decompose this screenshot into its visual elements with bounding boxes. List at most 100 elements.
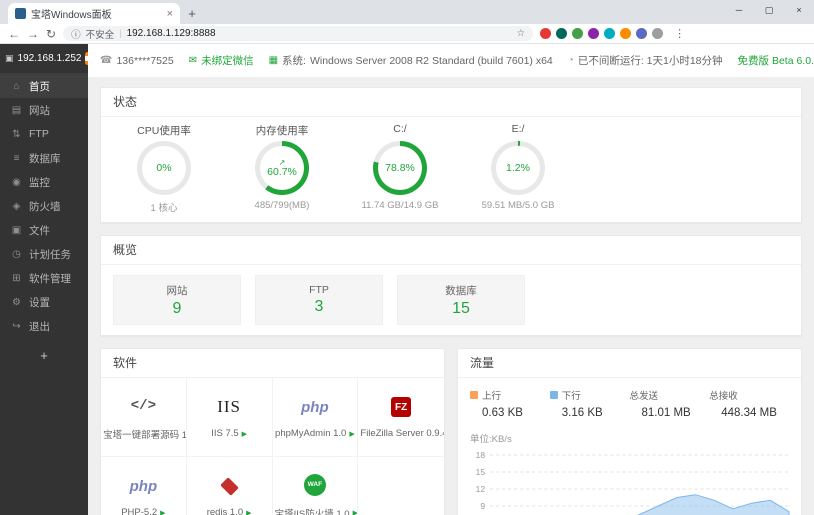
extension-icon[interactable] [636, 28, 648, 39]
uptime-value: 已不间断运行: 1天1小时18分钟 [577, 55, 723, 67]
traffic-stat-up: 上行 0.63 KB [470, 388, 550, 419]
sidebar-item-files[interactable]: ▣ 文件 [0, 218, 88, 242]
filezilla-icon: FZ [391, 397, 412, 417]
gauge-disk-c: C:/ 78.8% 11.74 GB/14.9 GB [341, 123, 459, 214]
svg-text:18: 18 [476, 450, 486, 460]
sidebar-item-label: 监控 [29, 176, 50, 189]
gear-icon: ⚙ [12, 296, 21, 308]
stat-label: 下行 [561, 391, 581, 402]
extension-icon[interactable] [572, 28, 584, 39]
sidebar-item-software[interactable]: ⊞ 软件管理 [0, 266, 88, 290]
software-item-waf[interactable]: WAF 宝塔IIS防火墙 1.0 ▶ [273, 457, 359, 515]
refresh-icon[interactable]: ↻ [46, 28, 56, 40]
software-item-filezilla[interactable]: FZ FileZilla Server 0.9.41▶ [358, 378, 444, 457]
overview-box-database[interactable]: 数据库 15 [397, 275, 525, 325]
monitor-icon: ◉ [12, 176, 21, 188]
software-item-phpmyadmin[interactable]: php phpMyAdmin 1.0 ▶ [272, 378, 359, 457]
sidebar-item-cron[interactable]: ◷ 计划任务 [0, 242, 88, 266]
phone-number: 136****7525 [116, 54, 174, 67]
status-title: 状态 [101, 88, 801, 117]
gauge-label: CPU使用率 [137, 125, 191, 137]
sidebar-item-logout[interactable]: ↪ 退出 [0, 314, 88, 338]
sidebar-item-label: 数据库 [29, 152, 61, 165]
system-info: ▦ 系统: Windows Server 2008 R2 Standard (b… [269, 53, 553, 68]
software-name: phpMyAdmin 1.0 [275, 428, 347, 439]
gauge-percent: 60.7% [267, 165, 297, 178]
sidebar-item-settings[interactable]: ⚙ 设置 [0, 290, 88, 314]
sidebar-item-firewall[interactable]: ◈ 防火墙 [0, 194, 88, 218]
extension-icon[interactable] [540, 28, 552, 39]
address-bar[interactable]: ⓘ 不安全 | 192.168.1.129:8888 ☆ [63, 26, 534, 41]
extension-icon[interactable] [588, 28, 600, 39]
extension-icons [540, 28, 664, 39]
bookmark-star-icon[interactable]: ☆ [517, 28, 526, 39]
traffic-title: 流量 [458, 349, 801, 378]
close-button[interactable]: × [784, 0, 814, 20]
software-item-redis[interactable]: redis 1.0 ▶ [187, 457, 273, 515]
sidebar-add-button[interactable]: + [0, 348, 88, 363]
sidebar-item-home[interactable]: ⌂ 首页 [0, 74, 88, 98]
topbar: ☎ 136****7525 ✉ 未绑定微信 ▦ 系统: Windows Serv… [88, 44, 814, 77]
svg-text:15: 15 [476, 467, 486, 477]
free-memory-icon[interactable]: ↗ [279, 158, 286, 166]
software-name: 宝塔IIS防火墙 1.0 [274, 508, 350, 515]
gauge-cpu: CPU使用率 0% 1 核心 [105, 123, 223, 214]
code-icon: </> [130, 397, 156, 414]
software-panel: 软件 </> 宝塔一键部署源码 1.0▶ IIS IIS 7.5▶ php ph [100, 348, 445, 515]
sidebar-item-label: 设置 [29, 296, 50, 309]
sidebar-item-label: 退出 [29, 320, 50, 333]
stat-value: 3.16 KB [561, 407, 603, 419]
tab-close-icon[interactable]: × [167, 8, 173, 20]
software-item-php52[interactable]: php PHP-5.2 ▶ [101, 457, 187, 515]
sidebar-item-ftp[interactable]: ⇅ FTP [0, 122, 88, 146]
software-name: IIS 7.5 [211, 428, 239, 439]
sidebar-item-database[interactable]: ≡ 数据库 [0, 146, 88, 170]
server-icon: ▣ [5, 53, 14, 63]
gauge-sub: 11.74 GB/14.9 GB [361, 200, 439, 211]
browser-tab[interactable]: 宝塔Windows面板 × [8, 3, 180, 24]
wechat-label: 未绑定微信 [201, 55, 254, 67]
browser-tabstrip: 宝塔Windows面板 × + ─ ▢ × [0, 0, 814, 24]
overview-label: 网站 [166, 284, 188, 297]
traffic-panel: 流量 上行 0.63 KB 下行 3.16 KB 总发送 81.01 MB 总接… [457, 348, 802, 515]
gauge-sub: 485/799(MB) [254, 200, 310, 211]
minimize-button[interactable]: ─ [724, 0, 754, 20]
sidebar-item-label: 软件管理 [29, 272, 71, 285]
server-header[interactable]: ▣ 192.168.1.252 [0, 44, 91, 74]
sidebar-item-site[interactable]: ▤ 网站 [0, 98, 88, 122]
overview-box-ftp[interactable]: FTP 3 [255, 275, 383, 325]
gauge-disk-e: E:/ 1.2% 59.51 MB/5.0 GB [459, 123, 577, 214]
sidebar-item-monitor[interactable]: ◉ 监控 [0, 170, 88, 194]
overview-box-sites[interactable]: 网站 9 [113, 275, 241, 325]
info-icon[interactable]: ⓘ [71, 27, 81, 41]
profile-icon[interactable] [652, 28, 664, 39]
stat-label: 上行 [482, 391, 502, 402]
sidebar-item-label: 首页 [29, 80, 50, 93]
software-item-deploy[interactable]: </> 宝塔一键部署源码 1.0▶ [101, 378, 187, 457]
browser-menu-icon[interactable]: ⋮ [670, 27, 689, 40]
gauge-sub: 1 核心 [150, 203, 178, 214]
forward-icon[interactable]: → [27, 28, 39, 40]
extension-icon[interactable] [556, 28, 568, 39]
wechat-bind-link[interactable]: ✉ 未绑定微信 [189, 53, 254, 68]
new-tab-button[interactable]: + [180, 6, 204, 24]
software-item-iis[interactable]: IIS IIS 7.5 ▶ [186, 378, 273, 457]
gauge-label: E:/ [511, 123, 525, 135]
clock-icon: ◔ [567, 55, 574, 66]
account-phone[interactable]: ☎ 136****7525 [100, 55, 174, 67]
system-value: Windows Server 2008 R2 Standard (build 7… [309, 54, 553, 67]
back-icon[interactable]: ← [8, 28, 20, 40]
maximize-button[interactable]: ▢ [754, 0, 784, 20]
window-controls: ─ ▢ × [724, 0, 814, 20]
svg-text:9: 9 [480, 501, 485, 511]
extension-icon[interactable] [620, 28, 632, 39]
version-label: 免费版 Beta 6.0.0 [737, 55, 814, 67]
chart-unit-label: 单位:KB/s [470, 434, 512, 445]
ftp-icon: ⇅ [12, 128, 21, 140]
overview-count: 15 [452, 299, 470, 317]
traffic-stat-down: 下行 3.16 KB [549, 388, 630, 419]
php-icon: php [129, 477, 158, 495]
extension-icon[interactable] [604, 28, 616, 39]
system-icon: ▦ [268, 55, 279, 66]
overview-count: 3 [314, 298, 324, 315]
